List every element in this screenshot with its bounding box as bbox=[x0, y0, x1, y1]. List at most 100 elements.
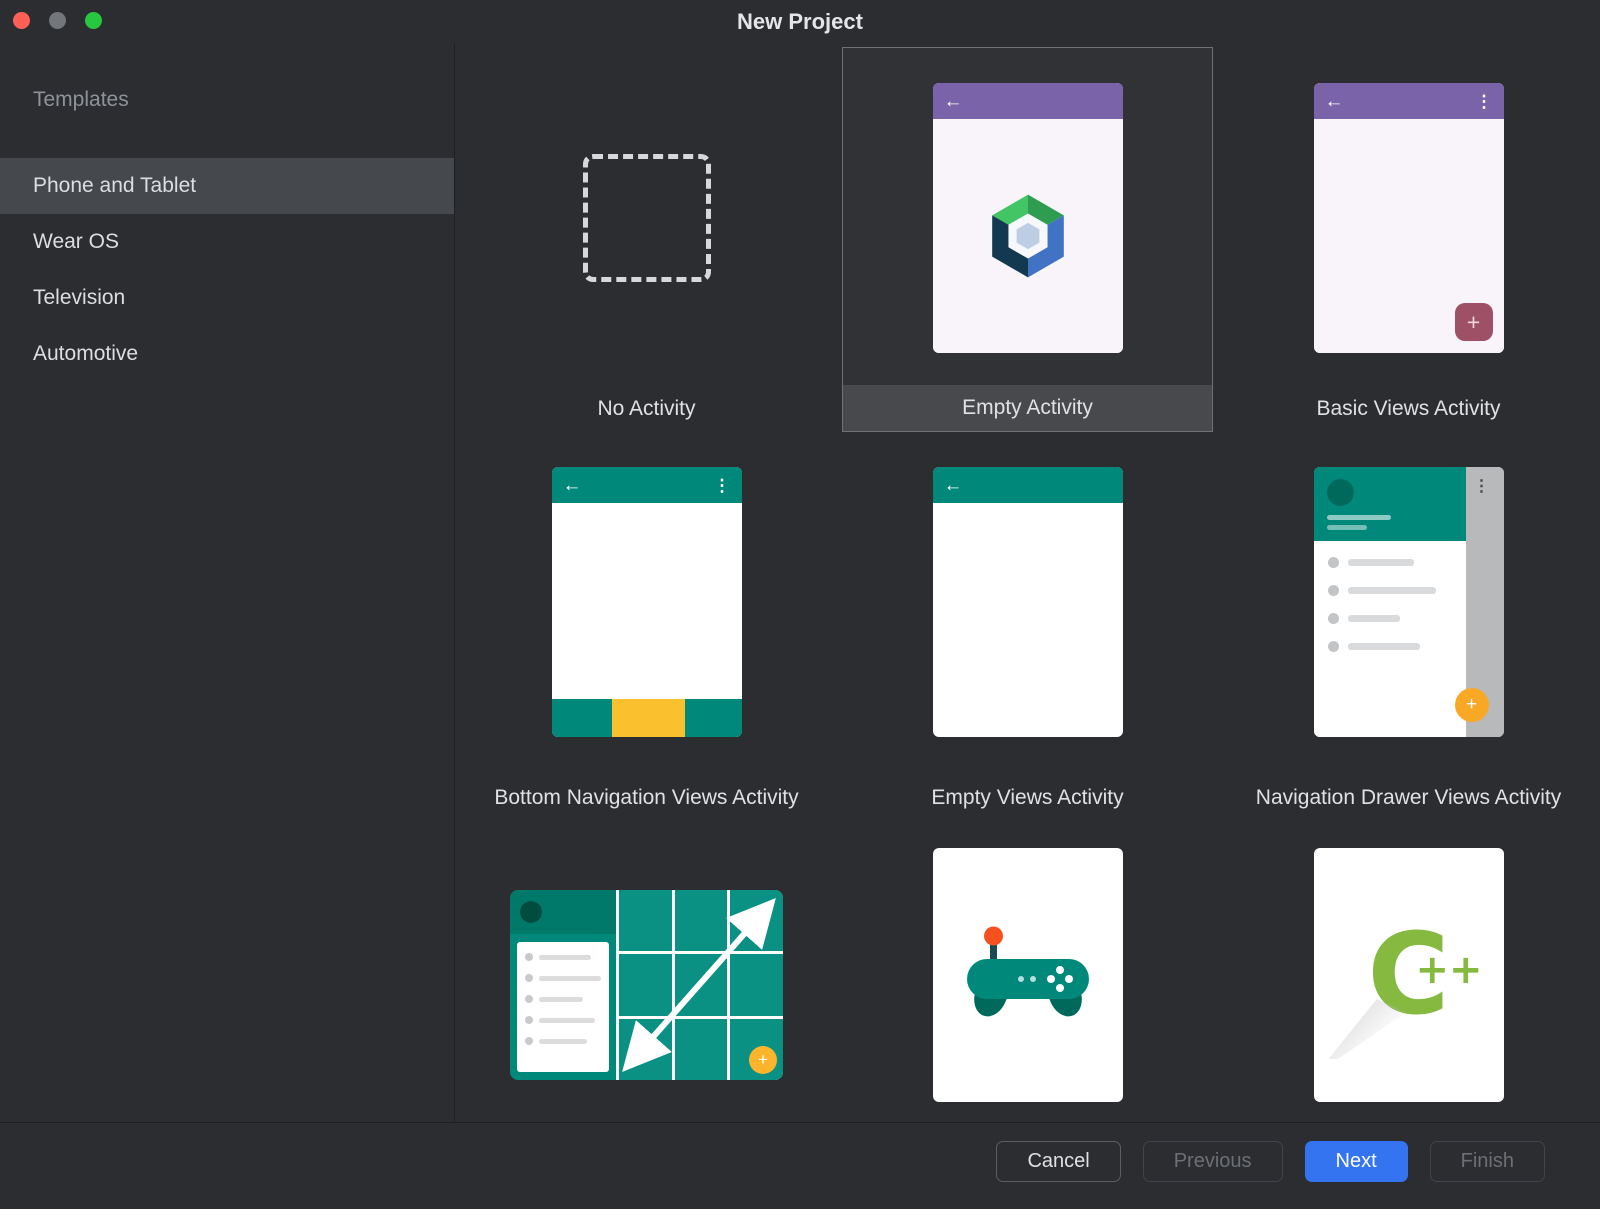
grid-tile bbox=[675, 1019, 728, 1080]
bullet-icon bbox=[1328, 613, 1339, 624]
list-item bbox=[525, 1037, 601, 1045]
placeholder-line bbox=[539, 1018, 595, 1023]
bullet-icon bbox=[1328, 641, 1339, 652]
drawer-menu-list bbox=[1314, 541, 1466, 737]
bullet-icon bbox=[525, 953, 533, 961]
placeholder-line bbox=[539, 955, 591, 960]
kebab-menu-icon: ⋮ bbox=[1474, 476, 1490, 496]
bullet-icon bbox=[1328, 557, 1339, 568]
window-title: New Project bbox=[0, 0, 1600, 44]
bullet-icon bbox=[1328, 585, 1339, 596]
sidebar-item-label: Wear OS bbox=[33, 230, 119, 254]
no-activity-thumbnail bbox=[552, 83, 742, 353]
placeholder-line bbox=[539, 1039, 587, 1044]
template-card-basic-views-activity[interactable]: ← ⋮ + Basic Views Activity bbox=[1223, 47, 1594, 432]
template-label: Bottom Navigation Views Activity bbox=[461, 775, 832, 821]
sidebar-item-television[interactable]: Television bbox=[0, 270, 454, 326]
list-item bbox=[1328, 641, 1466, 652]
template-card-responsive[interactable]: + bbox=[461, 848, 832, 1080]
sidebar-item-label: Phone and Tablet bbox=[33, 174, 196, 198]
nav-segment-selected bbox=[612, 699, 685, 737]
list-item bbox=[1328, 557, 1466, 568]
bullet-icon bbox=[525, 1016, 533, 1024]
avatar bbox=[1327, 479, 1354, 506]
cpp-logo-plus-plus: ++ bbox=[1415, 947, 1482, 993]
cpp-thumbnail: C ++ bbox=[1314, 848, 1504, 1102]
list-item bbox=[525, 1016, 601, 1024]
placeholder-line bbox=[1348, 643, 1420, 650]
sidebar: Templates Phone and Tablet Wear OS Telev… bbox=[0, 44, 455, 1122]
placeholder-line bbox=[1348, 587, 1436, 594]
nav-segment bbox=[685, 699, 742, 737]
responsive-thumbnail: + bbox=[510, 890, 783, 1080]
thumbnail-body bbox=[933, 119, 1123, 353]
template-label-selected: Empty Activity bbox=[843, 385, 1212, 431]
template-card-no-activity[interactable]: No Activity bbox=[461, 47, 832, 432]
template-gallery: No Activity ← bbox=[456, 44, 1600, 1122]
appbar: ← ⋮ bbox=[552, 467, 742, 503]
bullet-icon bbox=[525, 974, 533, 982]
jetpack-compose-logo-icon bbox=[981, 189, 1075, 283]
placeholder-line bbox=[1327, 525, 1367, 530]
template-card-empty-activity[interactable]: ← Empty Activity bbox=[842, 47, 1213, 432]
navigation-drawer-thumbnail: ⋮ bbox=[1314, 467, 1504, 737]
list-item bbox=[1328, 613, 1466, 624]
template-label: No Activity bbox=[461, 386, 832, 432]
drawer-header bbox=[1314, 467, 1466, 541]
bottom-nav-bar bbox=[552, 699, 742, 737]
sidebar-item-label: Automotive bbox=[33, 342, 138, 366]
fab-plus-icon: + bbox=[749, 1046, 777, 1074]
placeholder-line bbox=[1348, 559, 1414, 566]
list-item bbox=[525, 995, 601, 1003]
grid-tile bbox=[675, 890, 728, 951]
sidebar-header: Templates bbox=[0, 44, 454, 158]
template-label: Basic Views Activity bbox=[1223, 386, 1594, 432]
template-card-cpp[interactable]: C ++ bbox=[1223, 848, 1594, 1102]
bottom-navigation-thumbnail: ← ⋮ bbox=[552, 467, 742, 737]
template-label: Empty Views Activity bbox=[842, 775, 1213, 821]
bullet-icon bbox=[525, 995, 533, 1003]
grid-tile bbox=[619, 890, 672, 951]
list-item bbox=[1328, 585, 1466, 596]
grid-tile bbox=[675, 954, 728, 1015]
next-button[interactable]: Next bbox=[1305, 1141, 1408, 1182]
cpp-logo-icon: C ++ bbox=[1339, 915, 1479, 1035]
back-arrow-icon: ← bbox=[563, 476, 582, 495]
appbar: ← ⋮ bbox=[1314, 83, 1504, 119]
kebab-menu-icon: ⋮ bbox=[714, 477, 731, 494]
cancel-button[interactable]: Cancel bbox=[996, 1141, 1120, 1182]
basic-views-thumbnail: ← ⋮ + bbox=[1314, 83, 1504, 353]
responsive-left-panel bbox=[510, 890, 616, 1080]
grid-tile bbox=[730, 954, 783, 1015]
sidebar-item-wear-os[interactable]: Wear OS bbox=[0, 214, 454, 270]
sidebar-item-phone-and-tablet[interactable]: Phone and Tablet bbox=[0, 158, 454, 214]
bullet-icon bbox=[525, 1037, 533, 1045]
placeholder-line bbox=[1348, 615, 1400, 622]
nav-segment bbox=[552, 699, 612, 737]
fab-plus-icon: + bbox=[1455, 688, 1489, 722]
finish-button[interactable]: Finish bbox=[1430, 1141, 1545, 1182]
grid-tile bbox=[619, 1019, 672, 1080]
template-label: Navigation Drawer Views Activity bbox=[1223, 775, 1594, 821]
previous-button[interactable]: Previous bbox=[1143, 1141, 1283, 1182]
dialog-footer: Cancel Previous Next Finish bbox=[0, 1122, 1600, 1209]
placeholder-line bbox=[539, 976, 601, 981]
kebab-menu-icon: ⋮ bbox=[1476, 93, 1493, 110]
template-card-bottom-navigation-views-activity[interactable]: ← ⋮ Bottom Navigation Views Activity bbox=[461, 432, 832, 848]
empty-activity-thumbnail: ← bbox=[933, 83, 1123, 353]
avatar bbox=[520, 901, 542, 923]
sidebar-item-automotive[interactable]: Automotive bbox=[0, 326, 454, 382]
game-thumbnail bbox=[933, 848, 1123, 1102]
template-card-game[interactable] bbox=[842, 848, 1213, 1102]
appbar: ← bbox=[933, 83, 1123, 119]
placeholder-line bbox=[539, 997, 583, 1002]
list-card bbox=[517, 942, 609, 1072]
template-card-navigation-drawer-views-activity[interactable]: ⋮ bbox=[1223, 432, 1594, 848]
template-card-empty-views-activity[interactable]: ← Empty Views Activity bbox=[842, 432, 1213, 848]
dashed-placeholder-icon bbox=[583, 154, 711, 282]
list-item bbox=[525, 974, 601, 982]
sidebar-item-label: Television bbox=[33, 286, 125, 310]
back-arrow-icon: ← bbox=[1325, 92, 1344, 111]
titlebar: New Project bbox=[0, 0, 1600, 44]
appbar: ← bbox=[933, 467, 1123, 503]
